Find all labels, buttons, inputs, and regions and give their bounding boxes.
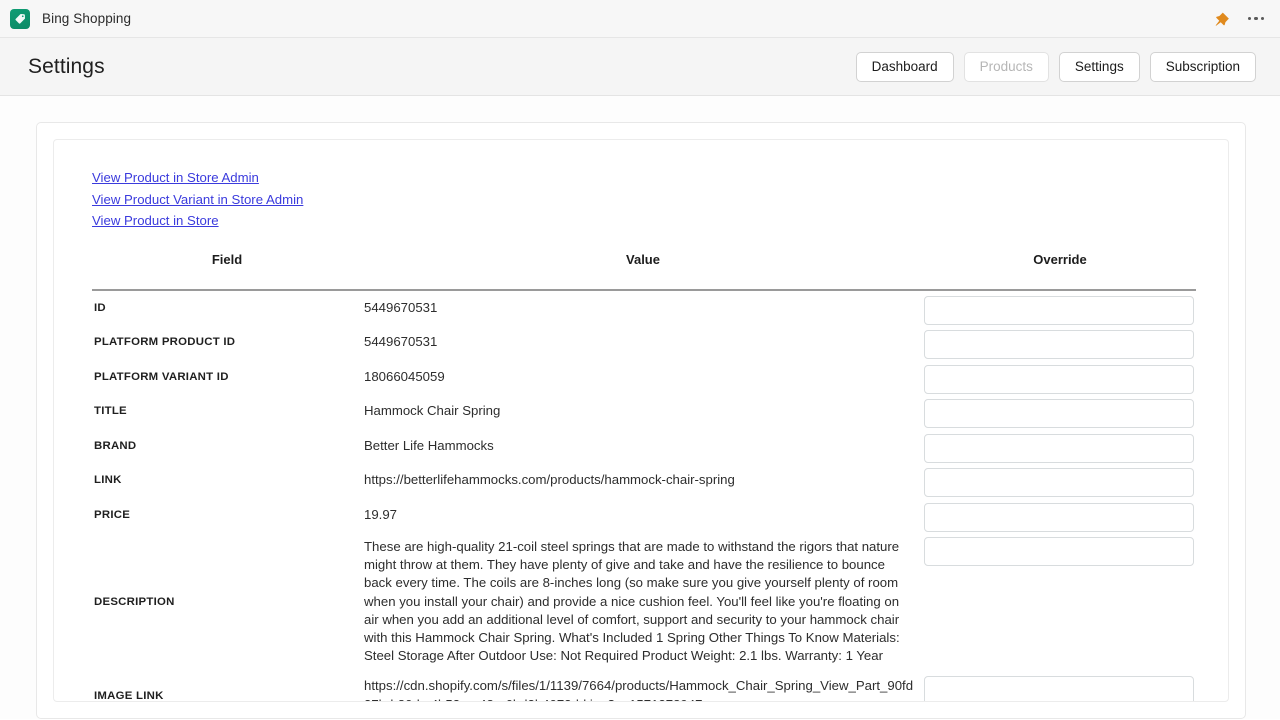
column-header-field: Field	[92, 252, 362, 290]
table-row: PRICE 19.97	[92, 498, 1196, 533]
nav-button-settings[interactable]: Settings	[1059, 52, 1140, 82]
header-nav-buttons: Dashboard Products Settings Subscription	[856, 52, 1256, 82]
override-input[interactable]	[924, 676, 1194, 702]
table-header: Field Value Override	[92, 252, 1196, 290]
field-label: PLATFORM VARIANT ID	[92, 371, 362, 383]
admin-links: View Product in Store Admin View Product…	[92, 170, 1192, 228]
product-fields-table: Field Value Override ID 5449670531 PLATF…	[92, 252, 1196, 702]
override-input[interactable]	[924, 468, 1194, 497]
ellipsis-icon[interactable]	[1246, 13, 1267, 25]
override-input[interactable]	[924, 537, 1194, 566]
override-input[interactable]	[924, 296, 1194, 325]
page-title: Settings	[28, 55, 105, 79]
field-label: PRICE	[92, 509, 362, 521]
field-value: https://cdn.shopify.com/s/files/1/1139/7…	[362, 671, 916, 702]
field-value: These are high-quality 21-coil steel spr…	[362, 532, 916, 671]
table-row: TITLE Hammock Chair Spring	[92, 394, 1196, 429]
override-input[interactable]	[924, 330, 1194, 359]
nav-button-products[interactable]: Products	[964, 52, 1049, 82]
pushpin-icon[interactable]	[1214, 10, 1230, 28]
product-detail-card: View Product in Store Admin View Product…	[53, 139, 1229, 702]
override-input[interactable]	[924, 399, 1194, 428]
table-body: ID 5449670531 PLATFORM PRODUCT ID 544967…	[92, 290, 1196, 702]
page-body: View Product in Store Admin View Product…	[0, 96, 1280, 719]
field-label: BRAND	[92, 440, 362, 452]
field-label: DESCRIPTION	[92, 596, 362, 608]
table-row: IMAGE LINK https://cdn.shopify.com/s/fil…	[92, 671, 1196, 702]
field-label: LINK	[92, 474, 362, 486]
nav-button-dashboard[interactable]: Dashboard	[856, 52, 954, 82]
table-row: ID 5449670531	[92, 290, 1196, 325]
field-label: ID	[92, 302, 362, 314]
table-row: DESCRIPTION These are high-quality 21-co…	[92, 532, 1196, 671]
link-view-product-variant-in-store-admin[interactable]: View Product Variant in Store Admin	[92, 192, 303, 207]
app-title: Bing Shopping	[42, 11, 131, 26]
field-value: https://betterlifehammocks.com/products/…	[362, 471, 916, 489]
field-value: 5449670531	[362, 333, 916, 351]
app-bar-actions	[1214, 10, 1267, 28]
column-header-value: Value	[362, 252, 924, 290]
override-input[interactable]	[924, 365, 1194, 394]
override-input[interactable]	[924, 434, 1194, 463]
table-row: BRAND Better Life Hammocks	[92, 429, 1196, 464]
table-row: LINK https://betterlifehammocks.com/prod…	[92, 463, 1196, 498]
table-row: PLATFORM VARIANT ID 18066045059	[92, 360, 1196, 395]
field-value: 19.97	[362, 506, 916, 524]
field-value: Better Life Hammocks	[362, 437, 916, 455]
page-header: Settings Dashboard Products Settings Sub…	[0, 38, 1280, 96]
field-value: Hammock Chair Spring	[362, 402, 916, 420]
link-view-product-in-store-admin[interactable]: View Product in Store Admin	[92, 170, 259, 185]
override-input[interactable]	[924, 503, 1194, 532]
field-label: TITLE	[92, 405, 362, 417]
field-label: PLATFORM PRODUCT ID	[92, 336, 362, 348]
field-value: 18066045059	[362, 368, 916, 386]
app-bar: Bing Shopping	[0, 0, 1280, 38]
link-view-product-in-store[interactable]: View Product in Store	[92, 213, 219, 228]
shopping-tag-icon	[10, 9, 30, 29]
nav-button-subscription[interactable]: Subscription	[1150, 52, 1256, 82]
field-value: 5449670531	[362, 299, 916, 317]
table-row: PLATFORM PRODUCT ID 5449670531	[92, 325, 1196, 360]
field-label: IMAGE LINK	[92, 690, 362, 702]
settings-outer-card: View Product in Store Admin View Product…	[36, 122, 1246, 719]
column-header-override: Override	[924, 252, 1196, 290]
